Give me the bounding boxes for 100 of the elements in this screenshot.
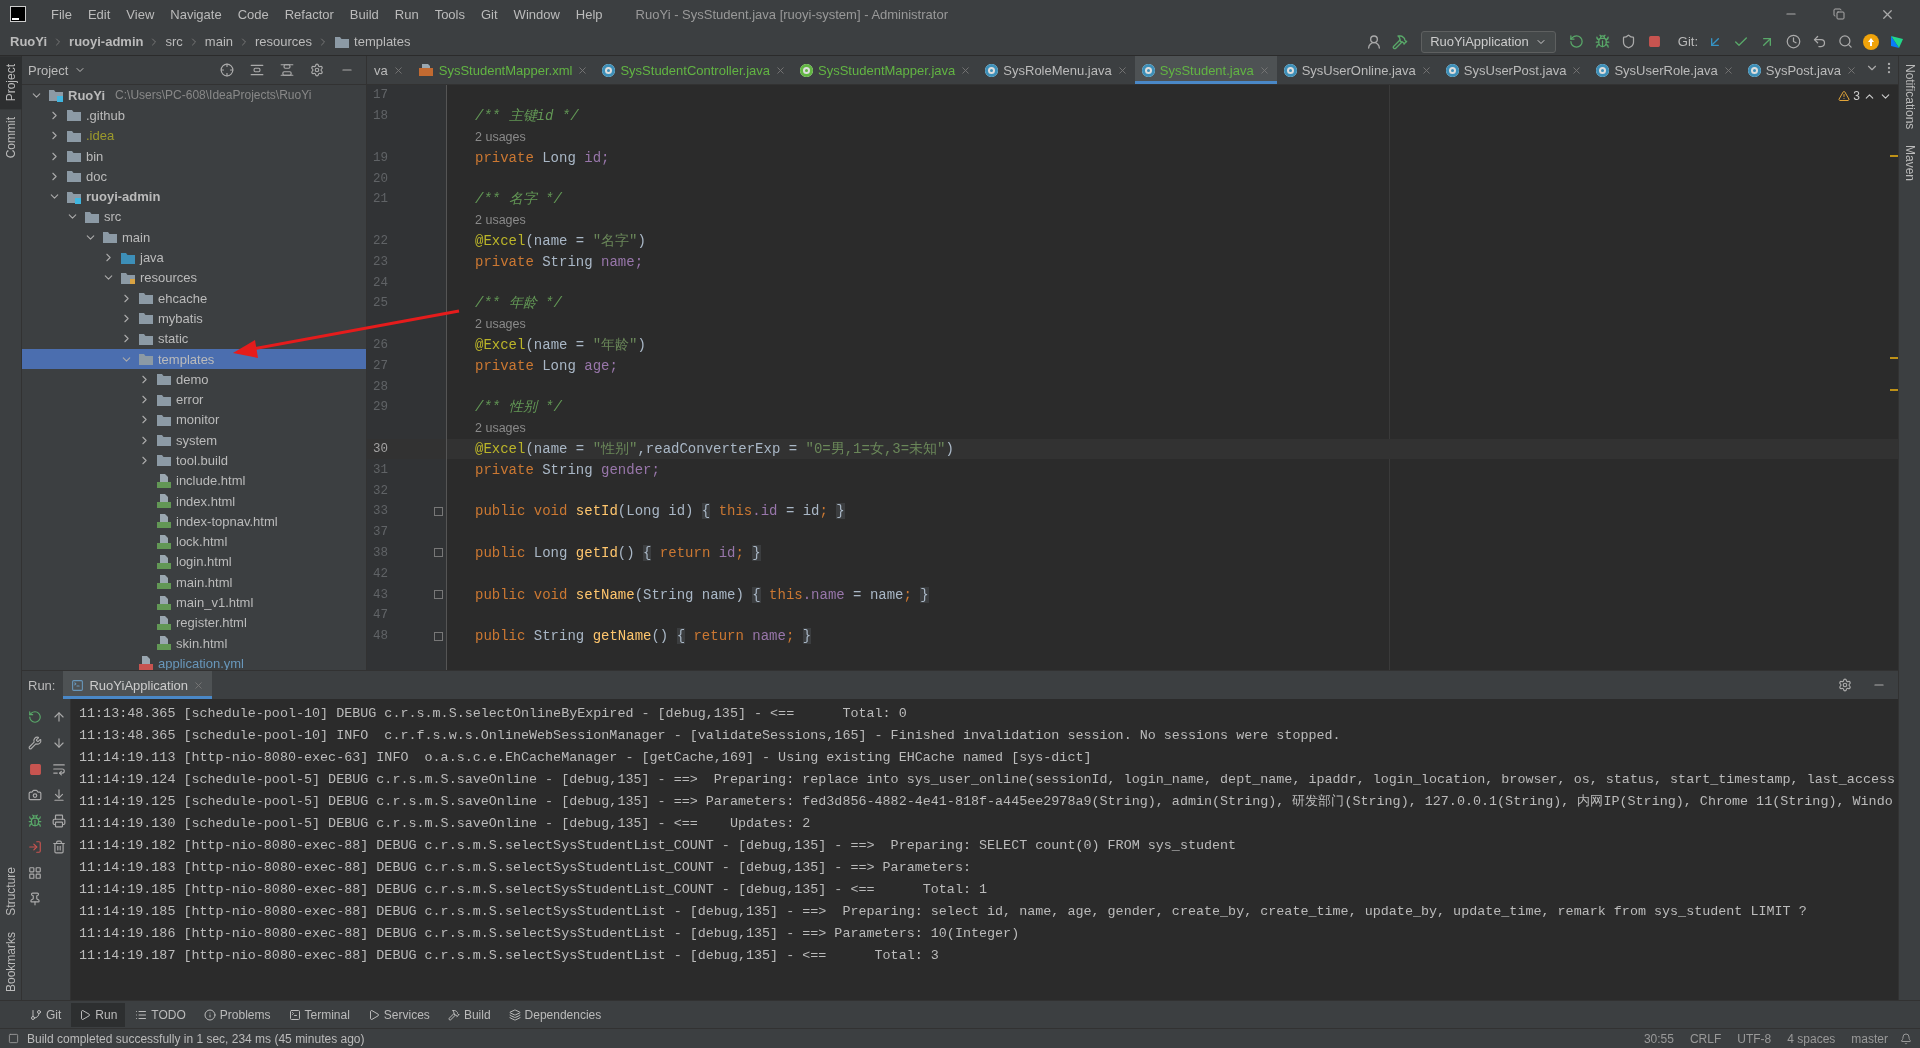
square-icon[interactable] [8, 1033, 19, 1044]
close-icon[interactable] [1845, 64, 1857, 76]
tree-item[interactable]: main.html [22, 572, 366, 593]
menu-item[interactable]: Build [342, 4, 386, 24]
breadcrumb[interactable]: RuoYi [10, 34, 48, 49]
tree-item[interactable]: login.html [22, 551, 366, 573]
run-tab[interactable]: RuoYiApplication [63, 671, 212, 699]
tree-item[interactable]: RuoYi C:\Users\PC-608\IdeaProjects\RuoYi [22, 85, 366, 106]
tree-item[interactable]: .github [22, 105, 366, 126]
menu-item[interactable]: Git [474, 4, 505, 24]
fold-icon[interactable] [434, 506, 443, 516]
tool-window-button[interactable]: Problems [195, 1002, 279, 1027]
menu-item[interactable]: Refactor [277, 4, 341, 24]
breadcrumb[interactable]: resources [255, 34, 313, 49]
menu-item[interactable]: Navigate [163, 4, 229, 24]
usages-hint[interactable]: 2 usages [475, 421, 526, 436]
breadcrumb[interactable]: ruoyi-admin [69, 34, 144, 49]
tree-item[interactable]: ruoyi-admin [22, 186, 366, 207]
tree-item[interactable]: main_v1.html [22, 592, 366, 613]
usages-hint[interactable]: 2 usages [475, 317, 526, 332]
tree-item[interactable]: main [22, 227, 366, 248]
close-icon[interactable] [392, 64, 404, 76]
menu-item[interactable]: View [119, 4, 162, 24]
menu-item[interactable]: Run [387, 4, 426, 24]
tree-item[interactable]: doc [22, 166, 366, 187]
project-view-dropdown[interactable]: Project [28, 62, 87, 78]
editor-tab[interactable]: va [367, 56, 411, 84]
editor-tab[interactable]: SysStudentMapper.java [793, 56, 979, 84]
tool-window-button[interactable]: TODO [127, 1002, 194, 1027]
tree-item[interactable]: .idea [22, 125, 366, 146]
tree-item[interactable]: index.html [22, 490, 366, 512]
menu-item[interactable]: Edit [80, 4, 118, 24]
warning-icon[interactable] [1838, 90, 1851, 102]
tree-item[interactable]: tool.build [22, 450, 366, 471]
fold-icon[interactable] [434, 590, 443, 599]
breadcrumb[interactable]: src [165, 34, 183, 49]
editor-tab[interactable]: SysUserPost.java [1438, 56, 1590, 84]
close-icon[interactable] [960, 64, 972, 76]
editor-tab[interactable]: SysStudent.java [1134, 56, 1277, 84]
tree-item[interactable]: java [22, 247, 366, 268]
tree-item-label: static [158, 331, 189, 347]
usages-hint[interactable]: 2 usages [475, 130, 526, 144]
breadcrumb[interactable]: main [204, 34, 233, 49]
tree-item[interactable]: monitor [22, 409, 366, 431]
tree-item[interactable]: error [22, 389, 366, 410]
tool-window-button[interactable]: Git [22, 1002, 70, 1027]
close-icon[interactable] [1571, 64, 1583, 76]
tree-item[interactable]: lock.html [22, 531, 366, 552]
run-configuration-dropdown[interactable]: RuoYiApplication [1421, 30, 1556, 53]
menu-item[interactable]: Tools [427, 4, 472, 24]
tree-item[interactable]: bin [22, 145, 366, 167]
tool-window-button[interactable]: Build [439, 1002, 499, 1027]
tree-item[interactable]: application.yml [22, 653, 366, 670]
status-item[interactable]: UTF-8 [1737, 1031, 1772, 1046]
close-icon[interactable] [577, 64, 589, 76]
tree-item[interactable]: resources [22, 267, 366, 288]
close-icon[interactable] [1722, 64, 1734, 76]
tool-window-button[interactable]: Terminal [280, 1002, 358, 1027]
menu-item[interactable]: File [44, 4, 79, 24]
editor-tab[interactable]: SysStudentMapper.xml [410, 56, 596, 84]
tree-item[interactable]: static [22, 328, 366, 349]
usages-hint[interactable]: 2 usages [475, 213, 526, 228]
menu-item[interactable]: Code [230, 4, 276, 24]
tree-item[interactable]: register.html [22, 612, 366, 633]
tool-window-tab[interactable]: Maven [1899, 137, 1920, 190]
tool-window-tab[interactable]: Commit [0, 109, 22, 167]
tool-window-tab[interactable]: Structure [0, 859, 22, 924]
tool-window-button[interactable]: Services [359, 1002, 438, 1027]
tool-window-button[interactable]: Run [71, 1002, 126, 1027]
breadcrumb[interactable]: templates [334, 34, 411, 49]
editor-tab[interactable]: SysRoleMenu.java [978, 56, 1135, 84]
tree-item[interactable]: include.html [22, 470, 366, 491]
fold-icon[interactable] [434, 548, 443, 558]
status-item[interactable]: CRLF [1689, 1031, 1722, 1046]
tree-item[interactable]: ehcache [22, 287, 366, 309]
status-item[interactable]: 30:55 [1643, 1031, 1674, 1046]
menu-item[interactable]: Help [568, 4, 610, 24]
editor-tab[interactable]: SysPost.java [1740, 56, 1864, 84]
tree-item[interactable]: src [22, 206, 366, 228]
tool-window-button[interactable]: Dependencies [500, 1002, 610, 1027]
status-item[interactable]: master [1851, 1031, 1888, 1046]
editor-tab[interactable]: SysStudentController.java [595, 56, 793, 84]
tree-item[interactable]: demo [22, 369, 366, 390]
tree-item[interactable]: skin.html [22, 633, 366, 654]
menu-item[interactable]: Window [506, 4, 567, 24]
warning-count[interactable]: 3 [1853, 89, 1860, 103]
close-icon[interactable] [1420, 64, 1432, 76]
tree-item[interactable]: mybatis [22, 308, 366, 329]
tool-window-tab[interactable]: Project [0, 56, 22, 110]
tree-item[interactable]: index-topnav.html [22, 511, 366, 532]
tool-window-tab[interactable]: Bookmarks [0, 923, 22, 1000]
close-icon[interactable] [775, 64, 786, 76]
tool-window-tab[interactable]: Notifications [1899, 56, 1920, 138]
close-icon[interactable] [1116, 64, 1128, 76]
editor-tab[interactable]: SysUserRole.java [1589, 56, 1741, 84]
bell-icon[interactable] [1900, 1032, 1912, 1045]
status-item[interactable]: 4 spaces [1787, 1031, 1836, 1046]
tree-item[interactable]: system [22, 430, 366, 451]
editor-tab[interactable]: SysUserOnline.java [1276, 56, 1439, 84]
fold-icon[interactable] [434, 631, 443, 641]
